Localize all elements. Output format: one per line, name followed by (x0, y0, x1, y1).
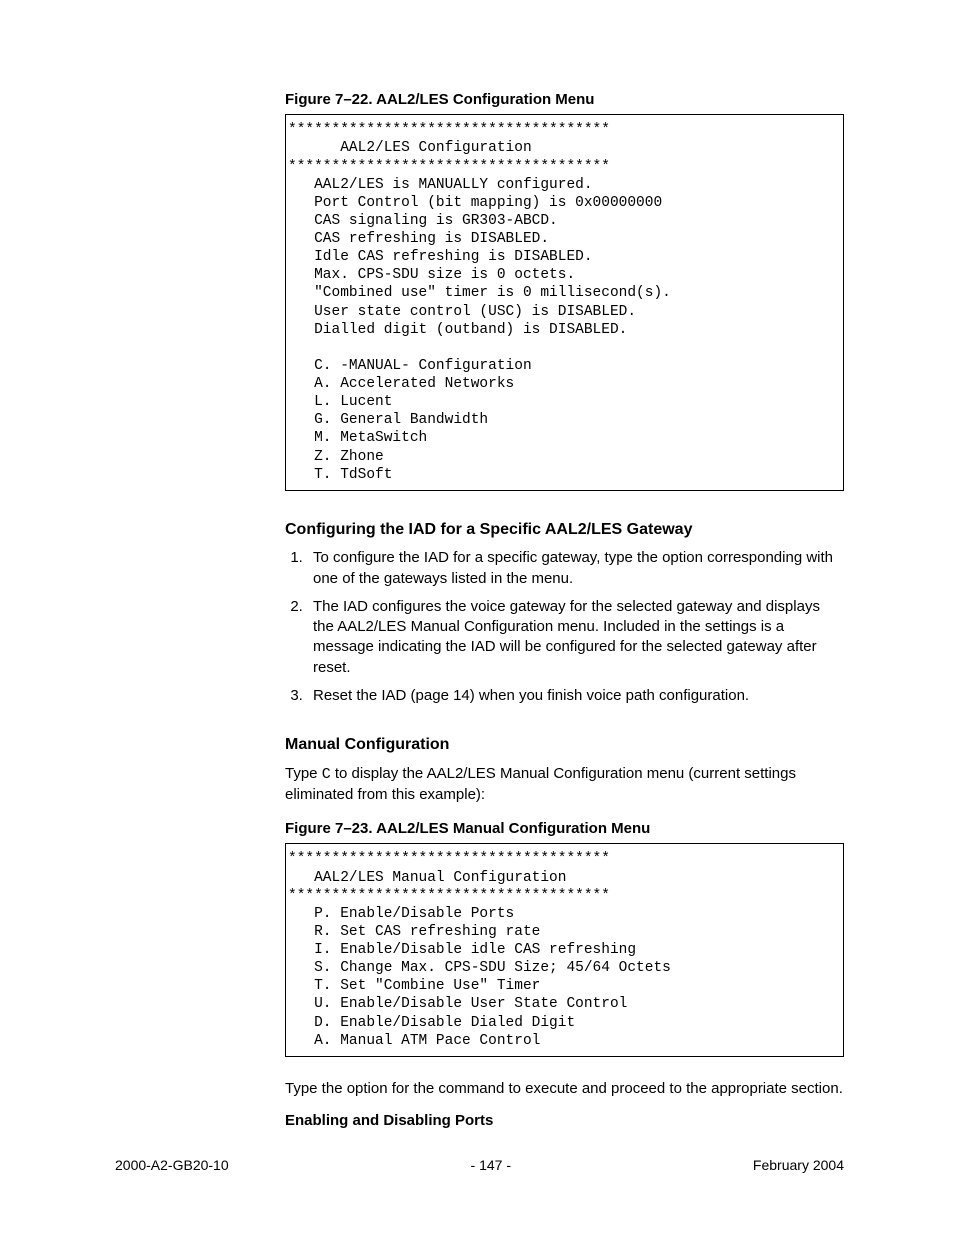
list-item: The IAD configures the voice gateway for… (307, 597, 844, 678)
subsection-enabling-ports: Enabling and Disabling Ports (285, 1111, 844, 1131)
manual-config-paragraph: Type C to display the AAL2/LES Manual Co… (285, 764, 844, 806)
key-c: C (322, 766, 331, 783)
list-item: Reset the IAD (page 14) when you finish … (307, 686, 844, 706)
list-item: To configure the IAD for a specific gate… (307, 548, 844, 589)
figure-7-23-box: ************************************* AA… (285, 843, 844, 1056)
steps-list: To configure the IAD for a specific gate… (285, 548, 844, 706)
heading-manual-config: Manual Configuration (285, 734, 844, 756)
footer-doc-id: 2000-A2-GB20-10 (115, 1156, 229, 1175)
heading-configure-gateway: Configuring the IAD for a Specific AAL2/… (285, 519, 844, 541)
closing-paragraph: Type the option for the command to execu… (285, 1079, 844, 1099)
footer-page-number: - 147 - (471, 1156, 511, 1175)
page-footer: 2000-A2-GB20-10 - 147 - February 2004 (115, 1156, 844, 1175)
text-span: Type (285, 765, 322, 782)
figure-7-23-caption: Figure 7–23. AAL2/LES Manual Configurati… (285, 819, 844, 839)
figure-7-22-caption: Figure 7–22. AAL2/LES Configuration Menu (285, 90, 844, 110)
footer-date: February 2004 (753, 1156, 844, 1175)
page-content: Figure 7–22. AAL2/LES Configuration Menu… (0, 0, 954, 1235)
figure-7-22-box: ************************************* AA… (285, 114, 844, 491)
text-span: to display the AAL2/LES Manual Configura… (285, 765, 796, 803)
